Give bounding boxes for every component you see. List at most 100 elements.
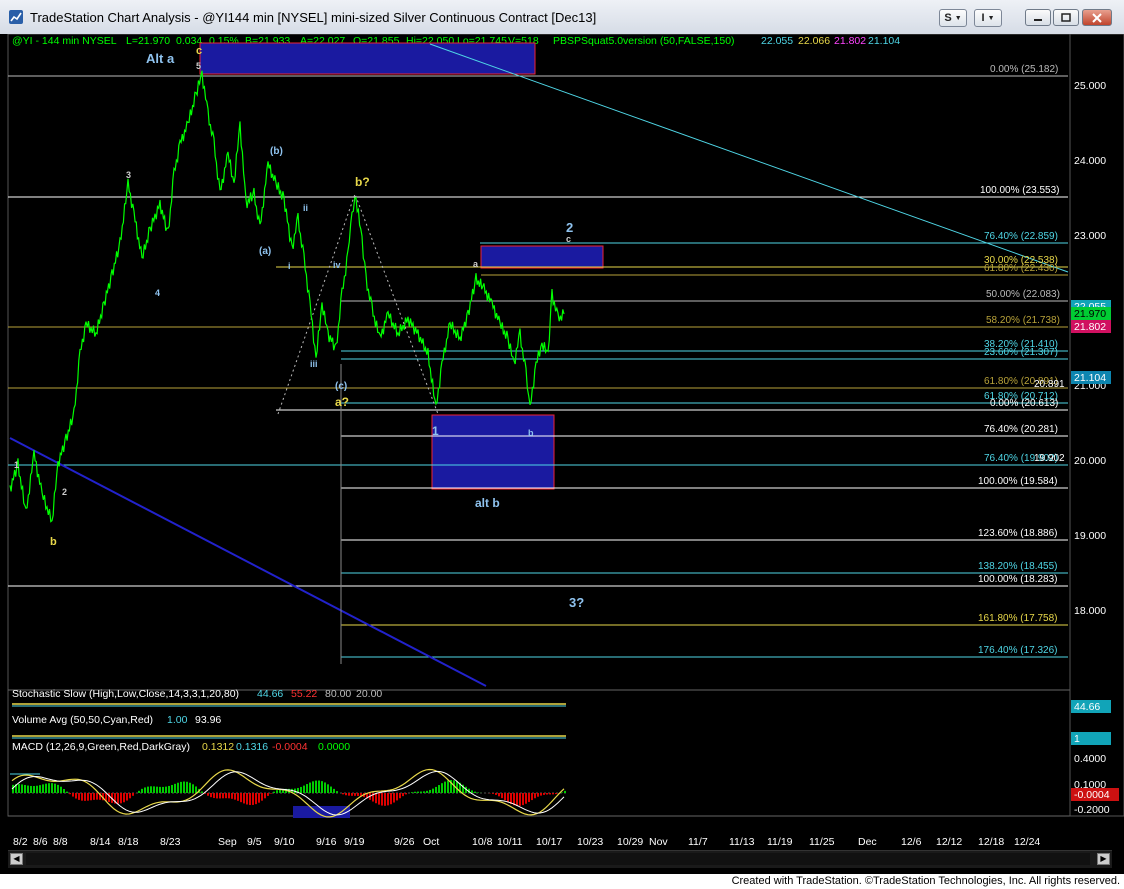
wave-label: 5	[196, 61, 201, 71]
time-axis-label: 11/7	[688, 836, 708, 848]
fib-label: 100.00% (23.553)	[980, 185, 1060, 196]
interval-link-button[interactable]: I ▼	[974, 9, 1002, 27]
price-chart-canvas[interactable]: @YI - 144 min NYSEL L=21.970 0.034 0.15%…	[0, 34, 1124, 874]
fib-labels: 0.00% (25.182) 100.00% (23.553) 76.40% (22…	[978, 64, 1065, 656]
fib-label: 123.60% (18.886)	[978, 528, 1058, 539]
fib-label: 20.891	[1034, 379, 1065, 390]
symbol-link-button[interactable]: S ▼	[939, 9, 967, 27]
time-axis-label: 9/10	[274, 836, 295, 848]
wave-label: c	[196, 45, 202, 57]
volume-badge: 1	[1074, 733, 1080, 745]
wave-2-target-box	[480, 245, 604, 269]
fib-label: 100.00% (19.584)	[978, 476, 1058, 487]
chevron-down-icon: ▼	[954, 14, 962, 22]
wave-label: ii	[303, 203, 308, 213]
scroll-left-arrow-icon[interactable]: ◀	[10, 853, 23, 865]
wave-label: alt b	[475, 496, 500, 510]
time-axis-label: 12/18	[978, 836, 1004, 848]
stoch-label: Stochastic Slow (High,Low,Close,14,3,3,1…	[12, 688, 239, 700]
time-axis-label: 8/6	[33, 836, 48, 848]
study-value-4: 21.104	[868, 35, 900, 47]
price-axis-label: 24.000	[1074, 155, 1106, 167]
stoch-v2: 55.22	[291, 688, 317, 700]
fib-label: 0.00% (25.182)	[990, 64, 1058, 75]
volume-v2: 93.96	[195, 714, 221, 726]
price-axis-label: 18.000	[1074, 605, 1106, 617]
time-axis[interactable]: 8/2 8/6 8/8 8/14 8/18 8/23 Sep 9/5 9/10 9/16 9/19 9…	[13, 836, 1040, 848]
wave-label: 3?	[569, 595, 584, 610]
badge-21802: 21.802	[1074, 321, 1106, 333]
volume-label: Volume Avg (50,50,Cyan,Red)	[12, 714, 153, 726]
wave-label: i	[288, 261, 291, 271]
alt-b-target-box	[431, 414, 555, 490]
minimize-button[interactable]	[1025, 9, 1051, 26]
time-axis-label: 12/24	[1014, 836, 1040, 848]
macd-label: MACD (12,26,9,Green,Red,DarkGray)	[12, 741, 190, 753]
fib-label: 50.00% (22.083)	[986, 289, 1060, 300]
time-axis-label: 9/16	[316, 836, 337, 848]
stoch-badge: 44.66	[1074, 701, 1100, 713]
time-axis-label: 12/12	[936, 836, 962, 848]
fib-label: 176.40% (17.326)	[978, 645, 1058, 656]
chart-scrollbar[interactable]: ◀ ▶	[8, 850, 1112, 868]
macd-badge: -0.0004	[1074, 789, 1110, 801]
stoch-v4: 20.00	[356, 688, 382, 700]
maximize-button[interactable]	[1053, 9, 1079, 26]
time-axis-label: 8/14	[90, 836, 111, 848]
fib-label: 61.80% (22.430)	[984, 263, 1058, 274]
macd-v3: -0.0004	[272, 741, 308, 753]
fib-label: 19.902	[1034, 453, 1065, 464]
macd-v2: 0.1316	[236, 741, 268, 753]
time-axis-label: Oct	[423, 836, 439, 848]
lower-trendline[interactable]	[9, 437, 487, 687]
wave-label: b	[50, 536, 57, 548]
time-axis-label: 11/25	[809, 836, 835, 848]
price-axis-label: 23.000	[1074, 230, 1106, 242]
time-axis-label: 11/13	[729, 836, 755, 848]
study-value-2: 22.066	[798, 35, 830, 47]
wave-label: 1	[14, 460, 19, 470]
minimize-icon	[1034, 18, 1042, 21]
scroll-right-arrow-icon[interactable]: ▶	[1097, 853, 1110, 865]
price-axis-label: 25.000	[1074, 80, 1106, 92]
time-axis-label: 9/19	[344, 836, 365, 848]
macd-subgraph[interactable]: MACD (12,26,9,Green,Red,DarkGray) 0.1312…	[10, 741, 1119, 818]
scroll-track[interactable]	[26, 853, 1090, 865]
time-axis-label: 10/11	[497, 836, 523, 848]
maximize-icon	[1061, 13, 1071, 22]
study-value-3: 21.802	[834, 35, 866, 47]
wave-label: iii	[310, 359, 318, 369]
time-axis-label: 8/18	[118, 836, 139, 848]
upper-trendline[interactable]	[429, 43, 1069, 273]
symbol-text: @YI - 144 min NYSEL	[12, 35, 117, 47]
macd-axis-04: 0.4000	[1074, 753, 1106, 765]
study-value-1: 22.055	[761, 35, 793, 47]
time-axis-label: Nov	[649, 836, 668, 848]
stochastic-subgraph[interactable]: Stochastic Slow (High,Low,Close,14,3,3,1…	[12, 688, 1111, 713]
wave-label: Alt a	[146, 51, 175, 66]
wave-label: iv	[333, 260, 341, 270]
volume-v1: 1.00	[167, 714, 188, 726]
close-button[interactable]	[1082, 9, 1112, 26]
wave-label: 1	[432, 424, 439, 438]
chart-area[interactable]: @YI - 144 min NYSEL L=21.970 0.034 0.15%…	[0, 34, 1124, 874]
fib-label: 23.60% (21.307)	[984, 347, 1058, 358]
wave-label: (a)	[259, 246, 271, 257]
fib-label: 161.80% (17.758)	[978, 613, 1058, 624]
fib-label: 138.20% (18.455)	[978, 561, 1058, 572]
wave-label: b?	[355, 175, 370, 189]
price-scale[interactable]	[1069, 34, 1124, 817]
price-axis-label: 19.000	[1074, 530, 1106, 542]
wave-label: c	[566, 234, 571, 244]
wave-label: (b)	[270, 146, 283, 157]
time-axis-label: 9/26	[394, 836, 415, 848]
badge-21970: 21.970	[1074, 308, 1106, 320]
chevron-down-icon: ▼	[987, 14, 995, 22]
badge-21104: 21.104	[1074, 372, 1106, 384]
fib-label: 0.00% (20.613)	[990, 398, 1058, 409]
time-axis-label: Sep	[218, 836, 237, 848]
time-axis-label: 12/6	[901, 836, 922, 848]
footer-bar: Created with TradeStation. ©TradeStation…	[0, 874, 1124, 889]
time-axis-label: Dec	[858, 836, 877, 848]
time-axis-label: 10/17	[536, 836, 562, 848]
